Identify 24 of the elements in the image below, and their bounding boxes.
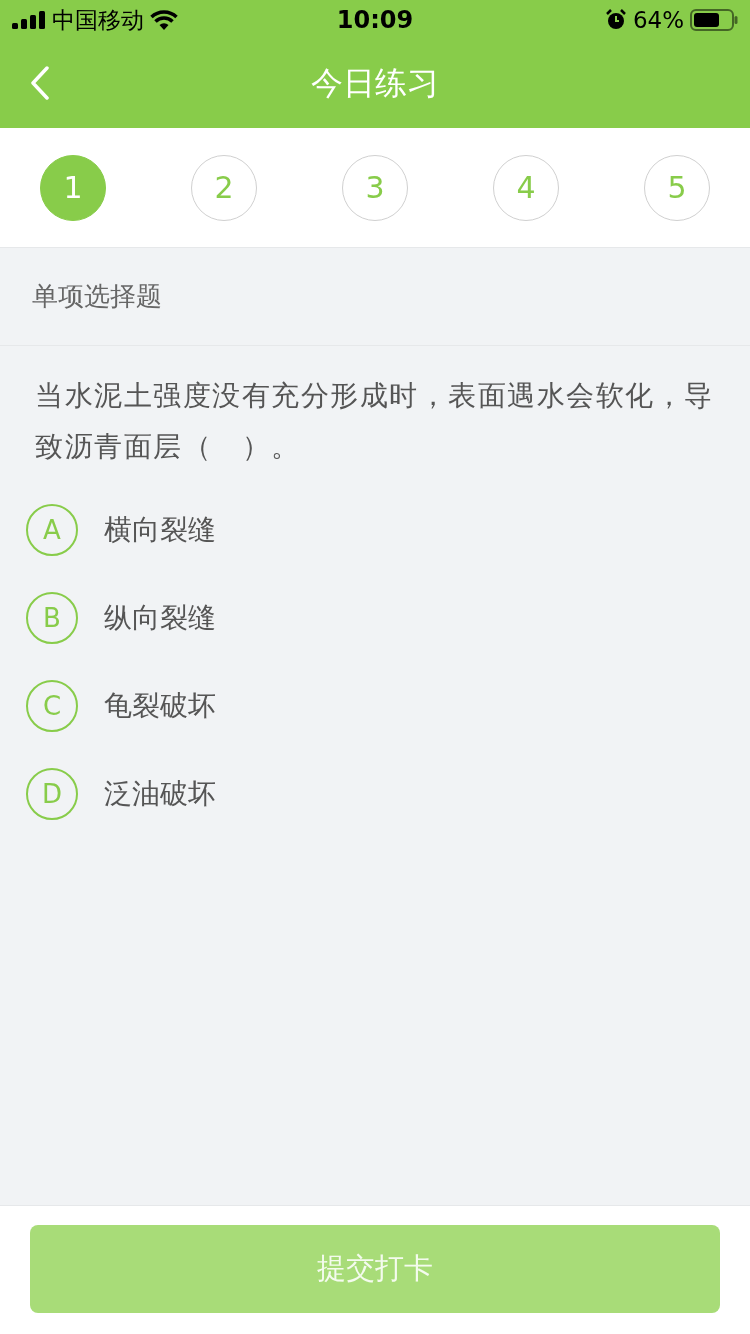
page-title: 今日练习 [311,63,439,104]
option-letter[interactable]: A [26,504,78,556]
battery-icon [690,9,738,31]
back-icon[interactable] [30,66,50,100]
alarm-icon [604,9,627,31]
option-letter[interactable]: C [26,680,78,732]
question-text: 当水泥土强度没有充分形成时，表面遇水会软化，导致沥青面层（ ）。 [35,378,715,465]
option-text[interactable]: 纵向裂缝 [104,599,216,637]
option-letter[interactable]: B [26,592,78,644]
status-time: 10:09 [335,6,415,34]
carrier-name: 中国移动 [52,5,144,35]
wifi-icon [150,10,178,30]
option-text[interactable]: 泛油破坏 [104,775,216,813]
question-number-tab[interactable]: 5 [644,154,710,221]
option-text[interactable]: 龟裂破坏 [104,687,216,725]
battery-percent: 64% [632,7,684,33]
question-number-tab[interactable]: 2 [191,154,257,221]
option-letter[interactable]: D [26,768,78,820]
option-text[interactable]: 横向裂缝 [104,511,216,549]
question-type: 单项选择题 [32,280,162,313]
question-number-tab[interactable]: 4 [493,154,559,221]
question-number-tab[interactable]: 3 [342,154,408,221]
question-number-tab[interactable]: 1 [40,154,106,221]
signal-icon [12,11,46,29]
